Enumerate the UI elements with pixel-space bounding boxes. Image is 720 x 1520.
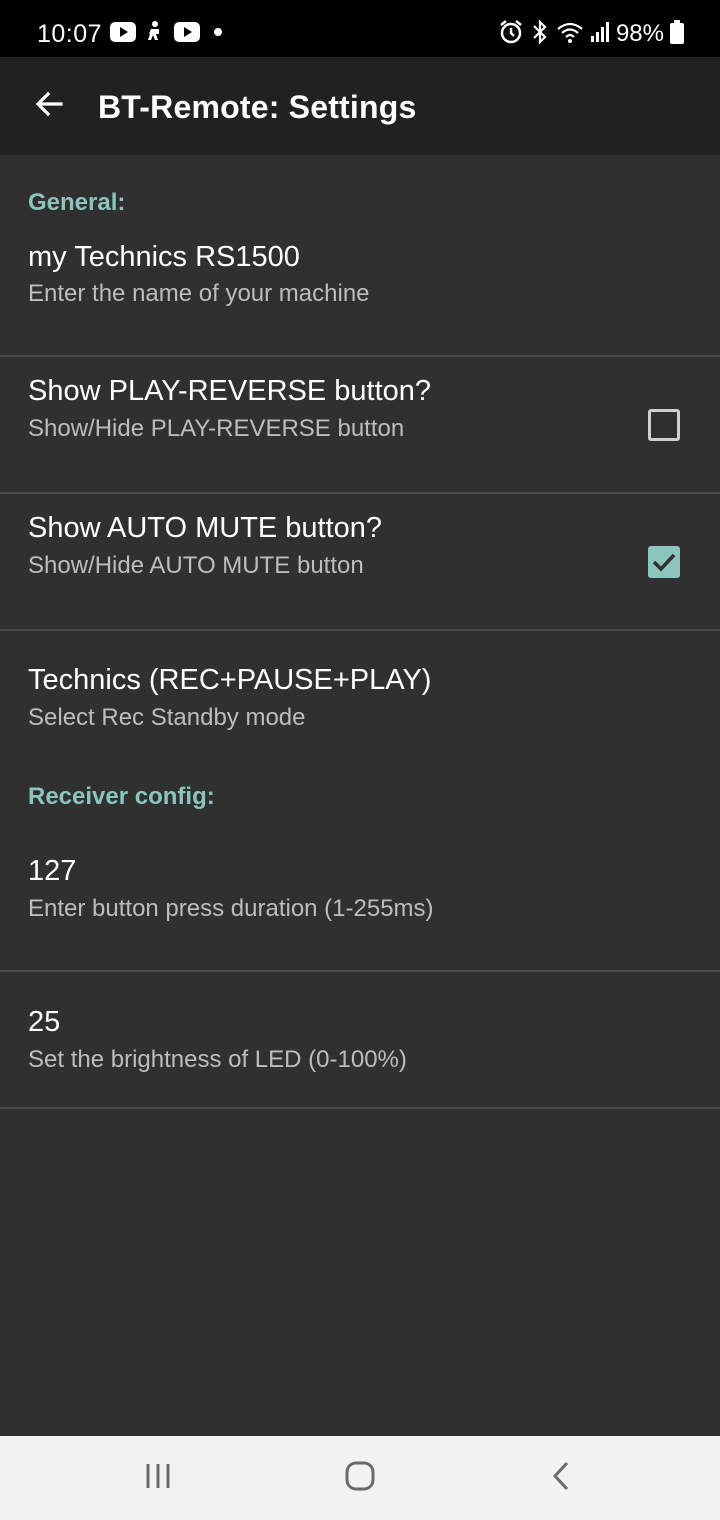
signal-icon bbox=[590, 21, 610, 48]
pref-summary: Enter the name of your machine bbox=[28, 280, 370, 307]
arrow-back-icon bbox=[33, 88, 65, 125]
pref-press-duration[interactable]: 127 Enter button press duration (1-255ms… bbox=[0, 847, 720, 972]
bluetooth-icon bbox=[530, 18, 550, 50]
back-button[interactable] bbox=[18, 75, 80, 137]
back-icon bbox=[549, 1460, 573, 1497]
category-title: General: bbox=[28, 189, 126, 216]
settings-list: General: my Technics RS1500 Enter the na… bbox=[0, 155, 720, 1109]
navigation-bar bbox=[0, 1436, 720, 1520]
pref-summary: Enter button press duration (1-255ms) bbox=[28, 895, 434, 922]
dot-icon bbox=[209, 22, 227, 47]
category-general: General: bbox=[0, 155, 720, 241]
home-button[interactable] bbox=[330, 1456, 390, 1500]
pref-title: Show PLAY-REVERSE button? bbox=[28, 375, 432, 407]
pref-summary: Show/Hide AUTO MUTE button bbox=[28, 552, 364, 579]
pref-summary: Set the brightness of LED (0-100%) bbox=[28, 1046, 407, 1073]
recent-apps-icon bbox=[143, 1462, 173, 1495]
check-icon bbox=[652, 553, 676, 572]
pref-led-brightness[interactable]: 25 Set the brightness of LED (0-100%) bbox=[0, 972, 720, 1109]
battery-icon bbox=[670, 19, 684, 49]
pref-summary: Show/Hide PLAY-REVERSE button bbox=[28, 415, 405, 442]
status-bar: 10:07 98% bbox=[0, 0, 720, 57]
pref-title: Technics (REC+PAUSE+PLAY) bbox=[28, 664, 432, 696]
pref-title: 25 bbox=[28, 1006, 61, 1038]
wifi-icon bbox=[556, 20, 584, 49]
pref-title: 127 bbox=[28, 855, 77, 887]
youtube-icon bbox=[110, 21, 136, 47]
status-time: 10:07 bbox=[37, 20, 103, 48]
youtube-icon bbox=[174, 21, 200, 47]
accessibility-icon bbox=[145, 20, 165, 49]
alarm-icon bbox=[498, 19, 524, 50]
pref-title: Show AUTO MUTE button? bbox=[28, 512, 383, 544]
pref-auto-mute[interactable]: Show AUTO MUTE button? Show/Hide AUTO MU… bbox=[0, 494, 720, 631]
play-reverse-checkbox[interactable] bbox=[648, 409, 680, 441]
category-title: Receiver config: bbox=[28, 783, 215, 810]
home-icon bbox=[344, 1460, 376, 1497]
pref-summary: Select Rec Standby mode bbox=[28, 704, 306, 731]
battery-percent: 98% bbox=[615, 20, 664, 47]
notification-icons bbox=[110, 20, 227, 49]
recent-apps-button[interactable] bbox=[128, 1456, 188, 1500]
pref-rec-standby[interactable]: Technics (REC+PAUSE+PLAY) Select Rec Sta… bbox=[0, 631, 720, 773]
app-bar: BT-Remote: Settings bbox=[0, 57, 720, 155]
pref-machine-name[interactable]: my Technics RS1500 Enter the name of you… bbox=[0, 241, 720, 357]
pref-title: my Technics RS1500 bbox=[28, 241, 300, 273]
auto-mute-checkbox[interactable] bbox=[648, 546, 680, 578]
pref-play-reverse[interactable]: Show PLAY-REVERSE button? Show/Hide PLAY… bbox=[0, 357, 720, 494]
system-icons: 98% bbox=[498, 18, 684, 50]
category-receiver: Receiver config: bbox=[0, 773, 720, 847]
nav-back-button[interactable] bbox=[531, 1456, 591, 1500]
page-title: BT-Remote: Settings bbox=[98, 89, 417, 125]
